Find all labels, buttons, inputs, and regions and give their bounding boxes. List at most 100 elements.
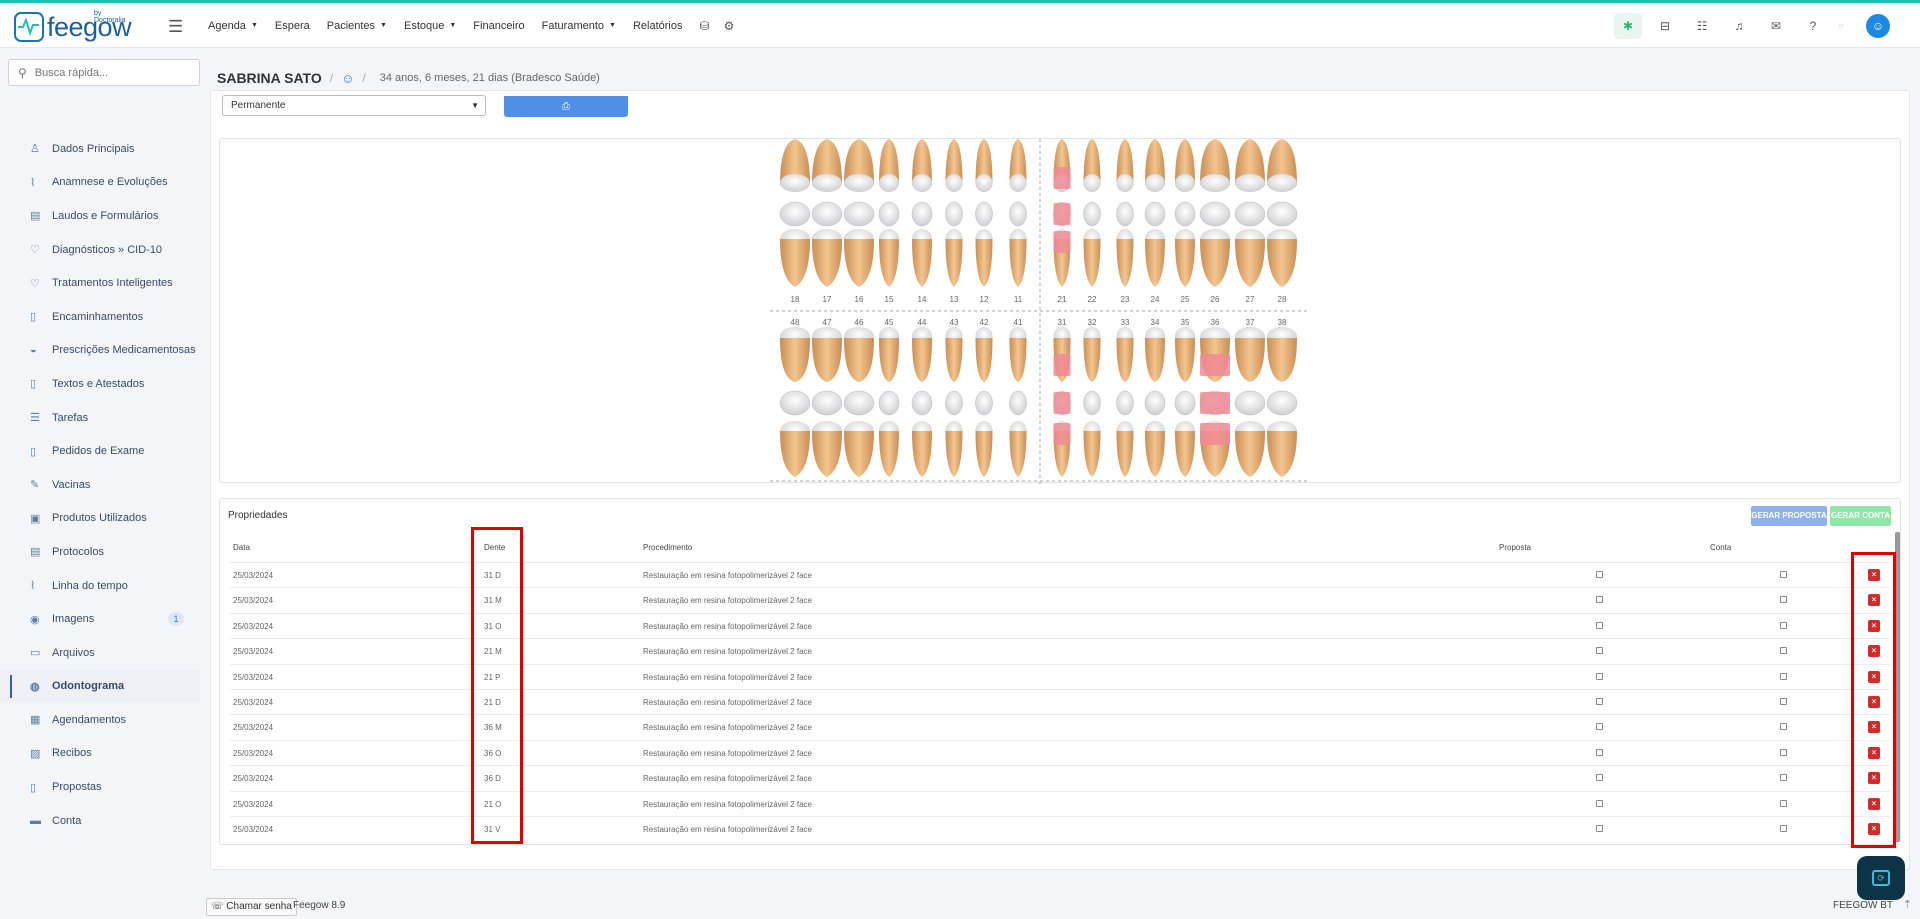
- proposta-checkbox[interactable]: [1596, 621, 1603, 629]
- sidebar-item-5[interactable]: ▯ Encaminhamentos: [0, 300, 200, 334]
- document-icon: ▯: [30, 311, 37, 324]
- sidebar-item-7[interactable]: ▯ Textos e Atestados: [0, 367, 200, 401]
- proposta-checkbox[interactable]: [1596, 571, 1603, 578]
- sidebar-item-12[interactable]: ▤ Protocolos: [0, 535, 200, 569]
- tooth-lower-lingual-root-0: [780, 431, 810, 477]
- proposta-checkbox[interactable]: [1596, 698, 1603, 705]
- conta-checkbox[interactable]: [1780, 571, 1787, 578]
- sidebar-item-17[interactable]: ▦ Agendamentos: [0, 703, 200, 737]
- nav-item-0[interactable]: Agenda ▼: [208, 20, 258, 32]
- nav-item-3[interactable]: Estoque ▼: [404, 20, 456, 32]
- calendar-icon: ▦: [30, 714, 41, 727]
- cell-procedimento: Restauração em resina fotopolimerizável …: [643, 647, 812, 657]
- nav-item-2[interactable]: Pacientes ▼: [327, 20, 387, 32]
- sidebar-item-0[interactable]: ♙ Dados Principais: [0, 132, 200, 166]
- tooth-number: 21: [1058, 295, 1067, 304]
- nav-item-4[interactable]: Financeiro: [473, 20, 524, 32]
- generate-proposal-button[interactable]: GERAR PROPOSTA: [1751, 506, 1827, 526]
- sidebar-item-20[interactable]: ▬ Conta: [0, 804, 200, 838]
- syringe-icon: ✎: [30, 479, 40, 492]
- sidebar-item-label: Linha do tempo: [52, 579, 128, 592]
- tooth-upper-lingual-root-7: [1009, 239, 1027, 287]
- sidebar-item-2[interactable]: ▤ Laudos e Formulários: [0, 199, 200, 233]
- conta-checkbox[interactable]: [1780, 672, 1787, 680]
- list-icon: ☰: [30, 412, 40, 425]
- chat-icon[interactable]: ✉: [1762, 13, 1790, 39]
- tooth-number: 17: [823, 295, 832, 304]
- tooth-number: 34: [1151, 318, 1160, 327]
- nav-item-6[interactable]: Relatórios: [633, 20, 683, 32]
- conta-checkbox[interactable]: [1780, 748, 1787, 756]
- hamburger-menu-icon[interactable]: ☰: [168, 17, 183, 37]
- proposta-checkbox[interactable]: [1596, 723, 1603, 731]
- patient-user-icon[interactable]: ☺: [341, 71, 354, 86]
- cell-data: 25/03/2024: [233, 672, 274, 682]
- sidebar-item-1[interactable]: ⌇ Anamnese e Evoluções: [0, 166, 200, 200]
- sidebar-item-16[interactable]: ◍ Odontograma: [0, 669, 200, 704]
- star-icon[interactable]: ✱: [1614, 12, 1642, 39]
- sidebar-item-8[interactable]: ☰ Tarefas: [0, 401, 200, 435]
- restoration-mark: [1053, 392, 1071, 414]
- count-badge: 1: [168, 612, 184, 627]
- restoration-mark: [1053, 167, 1071, 189]
- tooth-number: 45: [885, 318, 894, 327]
- proposta-checkbox[interactable]: [1596, 672, 1603, 680]
- sidebar-item-6[interactable]: ◒ Prescrições Medicamentosas: [0, 334, 200, 368]
- conta-checkbox[interactable]: [1780, 596, 1787, 604]
- tooth-upper-occlusal-4: [911, 201, 933, 227]
- print-button[interactable]: ⎙: [504, 96, 628, 117]
- tooth-number: 18: [791, 295, 800, 304]
- nav-item-label: Relatórios: [632, 19, 683, 32]
- sidebar-item-11[interactable]: ▣ Produtos Utilizados: [0, 502, 200, 536]
- sidebar-item-18[interactable]: ▨ Recibos: [0, 737, 200, 771]
- dentition-select[interactable]: Permanente ▼: [222, 95, 486, 116]
- call-ticket-button[interactable]: ☏ Chamar senha: [206, 898, 297, 916]
- sidebar-item-label: Dados Principais: [52, 142, 135, 155]
- sidebar-item-4[interactable]: ♡ Tratamentos Inteligentes: [0, 266, 200, 300]
- search-input[interactable]: [34, 66, 185, 79]
- conta-checkbox[interactable]: [1780, 647, 1787, 655]
- restoration-mark: [1200, 354, 1230, 376]
- sidebar-item-15[interactable]: ▭ Arquivos: [0, 636, 200, 670]
- patient-name[interactable]: SABRINA SATO: [217, 70, 322, 86]
- sidebar-item-13[interactable]: ⌇ Linha do tempo: [0, 569, 200, 603]
- tooth-number: 44: [918, 318, 927, 327]
- proposta-checkbox[interactable]: [1596, 825, 1603, 832]
- proposta-checkbox[interactable]: [1596, 596, 1603, 604]
- inbox-icon[interactable]: ⊟: [1651, 13, 1679, 39]
- tooth-number: 33: [1121, 318, 1130, 327]
- sidebar-item-19[interactable]: ▯ Propostas: [0, 770, 200, 804]
- sidebar-item-3[interactable]: ♡ Diagnósticos » CID-10: [0, 233, 200, 267]
- sidebar-item-10[interactable]: ✎ Vacinas: [0, 468, 200, 502]
- tooth-upper-crown-0: [780, 174, 810, 192]
- feegow-logo[interactable]: feegow by Doctoralia: [14, 10, 132, 42]
- database-icon[interactable]: ⛁: [700, 19, 710, 33]
- bell-icon[interactable]: ♫: [1725, 13, 1753, 39]
- conta-checkbox[interactable]: [1780, 774, 1787, 782]
- proposta-checkbox[interactable]: [1596, 647, 1603, 655]
- nav-item-5[interactable]: Faturamento ▼: [542, 20, 616, 32]
- proposta-checkbox[interactable]: [1596, 748, 1603, 756]
- conta-checkbox[interactable]: [1780, 799, 1787, 807]
- quick-search[interactable]: ⚲: [8, 59, 200, 86]
- nav-item-1[interactable]: Espera: [275, 20, 310, 32]
- conta-checkbox[interactable]: [1780, 825, 1787, 832]
- gear-icon[interactable]: ⚙: [724, 19, 735, 33]
- sidebar-item-9[interactable]: ▯ Pedidos de Exame: [0, 434, 200, 468]
- tooth-lower-root-2: [844, 338, 874, 382]
- proposta-checkbox[interactable]: [1596, 799, 1603, 807]
- floating-action-button[interactable]: ⟳: [1857, 856, 1905, 900]
- generate-account-button[interactable]: GERAR CONTA: [1830, 506, 1891, 526]
- conta-checkbox[interactable]: [1780, 621, 1787, 629]
- tasks-icon[interactable]: ☷: [1688, 13, 1716, 39]
- tooth-lower-root-14: [1235, 338, 1265, 382]
- sidebar-item-14[interactable]: ◉ Imagens 1: [0, 602, 200, 636]
- arrow-up-icon[interactable]: ⇡: [1903, 898, 1912, 911]
- help-icon[interactable]: ?: [1799, 13, 1827, 39]
- patient-header: SABRINA SATO / ☺ / 34 anos, 6 meses, 21 …: [217, 70, 600, 86]
- conta-checkbox[interactable]: [1780, 698, 1787, 705]
- conta-checkbox[interactable]: [1780, 723, 1787, 731]
- proposta-checkbox[interactable]: [1596, 774, 1603, 782]
- user-avatar[interactable]: ☺: [1866, 13, 1890, 38]
- tooth-upper-crown-3: [879, 174, 899, 192]
